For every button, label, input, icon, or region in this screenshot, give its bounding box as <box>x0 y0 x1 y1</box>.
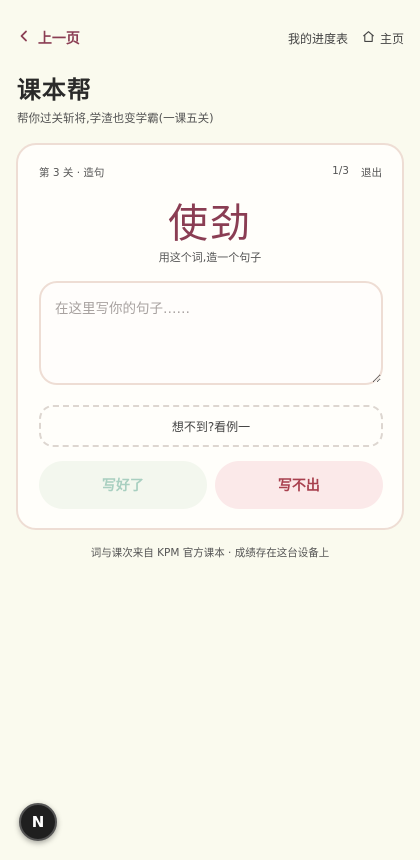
sentence-input[interactable] <box>39 281 383 385</box>
card-header: 第 3 关 · 造句 1/3 退出 <box>39 165 382 180</box>
chevron-left-icon <box>18 30 30 46</box>
stuck-button[interactable]: 写不出 <box>215 461 383 509</box>
target-word: 使劲 <box>168 201 252 247</box>
level-label: 第 3 关 · 造句 <box>39 167 105 179</box>
nav-right: 我的进度表 主页 <box>288 30 404 47</box>
progress-link[interactable]: 我的进度表 <box>288 30 348 47</box>
done-button[interactable]: 写好了 <box>39 461 207 509</box>
instruction-text: 用这个词,造一个句子 <box>158 251 262 264</box>
app-subtitle: 帮你过关斩将,学渣也变学霸(一课五关) <box>17 111 214 125</box>
home-label: 主页 <box>379 31 404 46</box>
card-header-right: 1/3 退出 <box>332 165 382 180</box>
question-counter: 1/3 <box>332 165 349 177</box>
back-button[interactable]: 上一页 <box>18 28 80 48</box>
top-nav: 上一页 我的进度表 主页 <box>0 26 420 50</box>
exercise-card: 第 3 关 · 造句 1/3 退出 使劲 用这个词,造一个句子 想不到?看例一 … <box>16 143 404 530</box>
home-icon <box>362 30 375 46</box>
exit-button[interactable]: 退出 <box>361 165 382 180</box>
footer-note: 词与课次来自 KPM 官方课本 · 成绩存在这台设备上 <box>90 547 330 559</box>
home-button[interactable]: 主页 <box>362 30 404 47</box>
show-example-button[interactable]: 想不到?看例一 <box>39 405 383 447</box>
page: 上一页 我的进度表 主页 课本帮 帮你过关斩将,学渣也变学霸(一课五关) 第 3… <box>0 0 420 860</box>
back-label: 上一页 <box>38 31 80 47</box>
dev-tools-button[interactable]: N <box>19 803 57 841</box>
app-title: 课本帮 <box>17 76 92 104</box>
